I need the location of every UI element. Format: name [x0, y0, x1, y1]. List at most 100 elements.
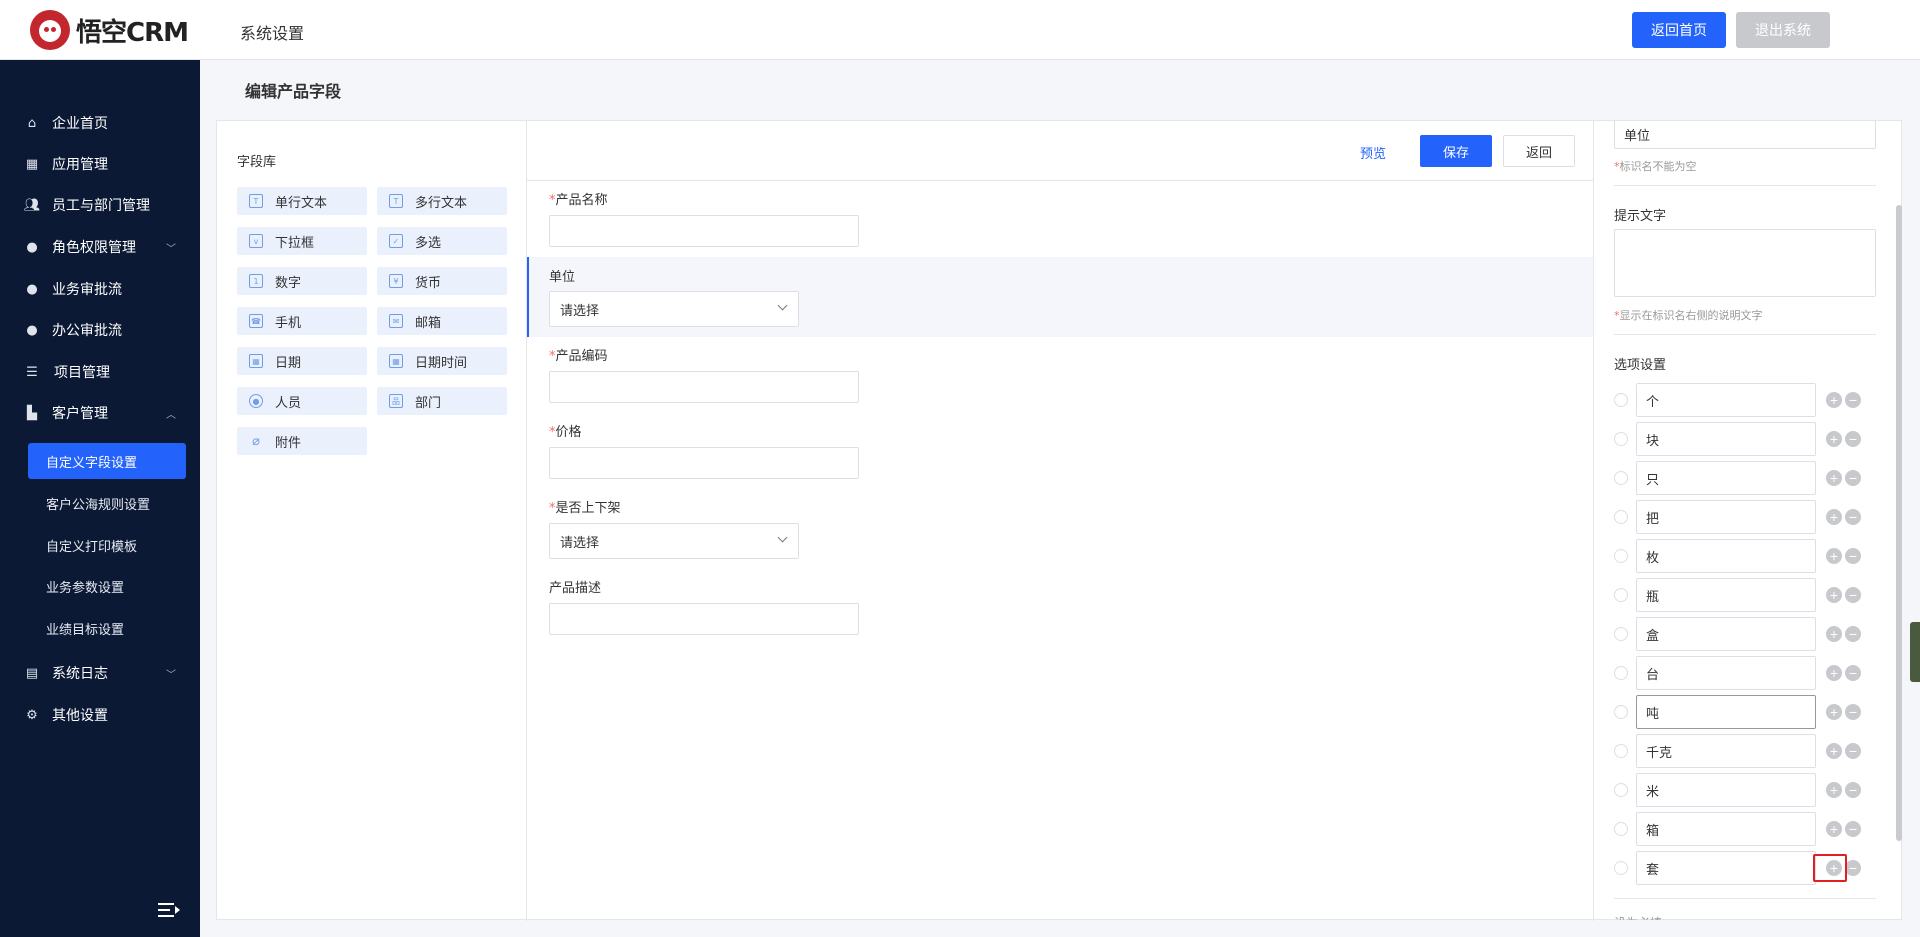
- collapse-menu-icon[interactable]: [158, 902, 180, 918]
- option-input[interactable]: 个: [1636, 383, 1816, 417]
- remove-option-icon[interactable]: −: [1845, 665, 1861, 681]
- option-input[interactable]: 瓶: [1636, 578, 1816, 612]
- option-input[interactable]: 箱: [1636, 812, 1816, 846]
- option-input[interactable]: 千克: [1636, 734, 1816, 768]
- add-option-icon[interactable]: +: [1826, 782, 1842, 798]
- remove-option-icon[interactable]: −: [1845, 782, 1861, 798]
- tip-textarea[interactable]: [1614, 229, 1876, 297]
- form-field-price[interactable]: *价格: [527, 413, 1593, 489]
- save-button[interactable]: 保存: [1420, 135, 1492, 167]
- product-code-input[interactable]: [549, 371, 859, 403]
- field-number[interactable]: 1 数字: [237, 267, 367, 295]
- form-field-description[interactable]: 产品描述: [527, 569, 1593, 645]
- option-input[interactable]: 套: [1636, 851, 1816, 885]
- sidebar-item-home[interactable]: ⌂ 企业首页: [0, 108, 200, 138]
- add-option-icon[interactable]: +: [1826, 392, 1842, 408]
- option-input[interactable]: 只: [1636, 461, 1816, 495]
- remove-option-icon[interactable]: −: [1845, 470, 1861, 486]
- field-person[interactable]: ● 人员: [237, 387, 367, 415]
- remove-option-icon[interactable]: −: [1845, 431, 1861, 447]
- sidebar-item-roles[interactable]: ● 角色权限管理 ﹀: [0, 232, 200, 262]
- field-datetime[interactable]: ▦ 日期时间: [377, 347, 507, 375]
- price-input[interactable]: [549, 447, 859, 479]
- option-input[interactable]: 块: [1636, 422, 1816, 456]
- sidebar-item-staff[interactable]: 👥︎ 员工与部门管理: [0, 190, 200, 220]
- sidebar-item-logs[interactable]: ▤ 系统日志 ﹀: [0, 658, 200, 688]
- remove-option-icon[interactable]: −: [1845, 392, 1861, 408]
- option-input[interactable]: 把: [1636, 500, 1816, 534]
- option-input[interactable]: 吨: [1636, 695, 1816, 729]
- add-option-icon[interactable]: +: [1826, 743, 1842, 759]
- required-checkbox-label[interactable]: 设为必填: [1614, 914, 1662, 920]
- sidebar-item-projects[interactable]: ☰ 项目管理: [0, 357, 200, 387]
- field-email[interactable]: ✉ 邮箱: [377, 307, 507, 335]
- sidebar-sub-print-templates[interactable]: 自定义打印模板: [28, 527, 186, 563]
- add-option-icon[interactable]: +: [1826, 509, 1842, 525]
- option-default-radio[interactable]: [1614, 471, 1628, 485]
- sidebar-sub-performance-goals[interactable]: 业绩目标设置: [28, 610, 186, 646]
- remove-option-icon[interactable]: −: [1845, 860, 1861, 876]
- remove-option-icon[interactable]: −: [1845, 743, 1861, 759]
- add-option-icon[interactable]: +: [1826, 470, 1842, 486]
- sidebar-sub-custom-fields[interactable]: 自定义字段设置: [28, 443, 186, 479]
- field-department[interactable]: 品部门: [377, 387, 507, 415]
- option-default-radio[interactable]: [1614, 822, 1628, 836]
- sidebar-item-office-approval[interactable]: ● 办公审批流: [0, 315, 200, 345]
- back-button[interactable]: 返回: [1503, 135, 1575, 167]
- option-default-radio[interactable]: [1614, 705, 1628, 719]
- sidebar-item-customers[interactable]: ▙ 客户管理 ︿: [0, 398, 200, 428]
- sidebar-item-business-approval[interactable]: ● 业务审批流: [0, 274, 200, 304]
- add-option-icon[interactable]: +: [1826, 587, 1842, 603]
- form-field-unit[interactable]: 单位 请选择: [527, 257, 1593, 337]
- sidebar-item-apps[interactable]: ▦ 应用管理: [0, 149, 200, 179]
- sidebar-item-other-settings[interactable]: ⚙ 其他设置: [0, 700, 200, 730]
- field-currency[interactable]: ¥ 货币: [377, 267, 507, 295]
- option-default-radio[interactable]: [1614, 588, 1628, 602]
- product-name-input[interactable]: [549, 215, 859, 247]
- form-field-product-code[interactable]: *产品编码: [527, 337, 1593, 413]
- remove-option-icon[interactable]: −: [1845, 821, 1861, 837]
- option-input[interactable]: 台: [1636, 656, 1816, 690]
- field-name-input[interactable]: 单位: [1614, 121, 1876, 149]
- option-default-radio[interactable]: [1614, 744, 1628, 758]
- add-option-icon[interactable]: +: [1826, 665, 1842, 681]
- option-input[interactable]: 盒: [1636, 617, 1816, 651]
- remove-option-icon[interactable]: −: [1845, 509, 1861, 525]
- add-option-icon[interactable]: +: [1826, 704, 1842, 720]
- sidebar-sub-pool-rules[interactable]: 客户公海规则设置: [28, 485, 186, 521]
- preview-link[interactable]: 预览: [1360, 143, 1386, 162]
- return-home-button[interactable]: 返回首页: [1632, 12, 1726, 48]
- side-widget-handle[interactable]: [1910, 622, 1920, 682]
- remove-option-icon[interactable]: −: [1845, 704, 1861, 720]
- panel-scrollbar[interactable]: [1896, 205, 1902, 841]
- option-default-radio[interactable]: [1614, 783, 1628, 797]
- field-attachment[interactable]: ⌀ 附件: [237, 427, 367, 455]
- field-phone[interactable]: ☎ 手机: [237, 307, 367, 335]
- field-dropdown[interactable]: v 下拉框: [237, 227, 367, 255]
- option-default-radio[interactable]: [1614, 627, 1628, 641]
- option-default-radio[interactable]: [1614, 861, 1628, 875]
- sidebar-sub-business-params[interactable]: 业务参数设置: [28, 568, 186, 604]
- option-default-radio[interactable]: [1614, 666, 1628, 680]
- form-field-product-name[interactable]: *产品名称: [527, 181, 1593, 257]
- field-date[interactable]: ▦ 日期: [237, 347, 367, 375]
- add-option-icon[interactable]: +: [1826, 626, 1842, 642]
- field-multi-select[interactable]: ✓ 多选: [377, 227, 507, 255]
- add-option-icon[interactable]: +: [1826, 821, 1842, 837]
- option-input[interactable]: 米: [1636, 773, 1816, 807]
- description-input[interactable]: [549, 603, 859, 635]
- on-shelf-select[interactable]: 请选择: [549, 523, 799, 559]
- form-field-on-shelf[interactable]: *是否上下架 请选择: [527, 489, 1593, 569]
- unit-select[interactable]: 请选择: [549, 291, 799, 327]
- add-option-icon[interactable]: +: [1826, 548, 1842, 564]
- remove-option-icon[interactable]: −: [1845, 548, 1861, 564]
- remove-option-icon[interactable]: −: [1845, 587, 1861, 603]
- field-multi-text[interactable]: T 多行文本: [377, 187, 507, 215]
- option-default-radio[interactable]: [1614, 549, 1628, 563]
- add-option-icon[interactable]: +: [1826, 431, 1842, 447]
- remove-option-icon[interactable]: −: [1845, 626, 1861, 642]
- logo[interactable]: 悟空CRM: [30, 10, 189, 50]
- field-single-text[interactable]: T 单行文本: [237, 187, 367, 215]
- option-default-radio[interactable]: [1614, 510, 1628, 524]
- option-default-radio[interactable]: [1614, 393, 1628, 407]
